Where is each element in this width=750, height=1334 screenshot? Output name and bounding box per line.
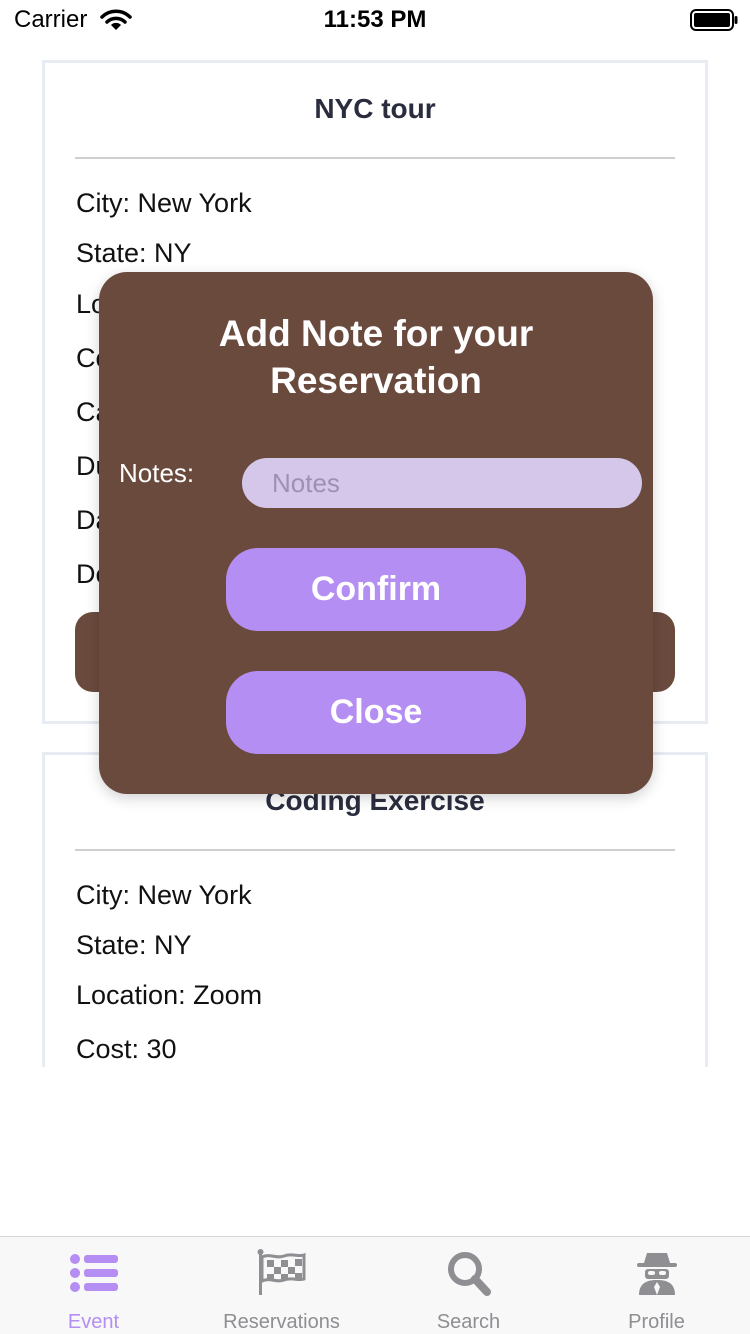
card-divider	[75, 849, 675, 851]
tab-event[interactable]: Event	[0, 1237, 187, 1334]
event-cost: Cost: 30	[76, 1034, 177, 1064]
notes-label: Notes:	[119, 458, 195, 488]
tab-label: Event	[67, 1311, 120, 1333]
event-state: State: NY	[76, 238, 192, 268]
status-bar: Carrier 11:53 PM	[0, 0, 750, 40]
tab-bar: Event Reservations Search Profile	[0, 1236, 750, 1334]
tab-profile[interactable]: Profile	[563, 1237, 750, 1334]
tab-label: Profile	[628, 1311, 685, 1333]
spy-icon	[636, 1253, 677, 1295]
event-title: NYC tour	[314, 93, 436, 124]
search-icon	[447, 1252, 491, 1296]
status-time: 11:53 PM	[323, 6, 427, 33]
list-icon	[69, 1254, 118, 1292]
tab-reservations[interactable]: Reservations	[188, 1237, 375, 1334]
flag-icon	[257, 1249, 305, 1295]
modal-title: Add Note for your Reservation	[218, 313, 534, 401]
tab-search[interactable]: Search	[375, 1237, 562, 1334]
close-button[interactable]: Close	[226, 671, 526, 754]
confirm-button[interactable]: Confirm	[226, 548, 526, 631]
card-divider	[75, 157, 675, 159]
event-city: City: New York	[76, 188, 252, 218]
notes-input[interactable]	[242, 458, 642, 508]
battery-icon	[690, 9, 738, 31]
event-location: Location: Zoom	[76, 980, 263, 1010]
event-card: Coding Exercise City: New York State: NY…	[42, 752, 708, 1067]
event-city: City: New York	[76, 880, 252, 910]
add-note-modal: Add Note for your Reservation Notes: Con…	[99, 272, 653, 794]
event-state: State: NY	[76, 930, 192, 960]
tab-label: Reservations	[223, 1311, 340, 1333]
tab-label: Search	[436, 1311, 501, 1333]
